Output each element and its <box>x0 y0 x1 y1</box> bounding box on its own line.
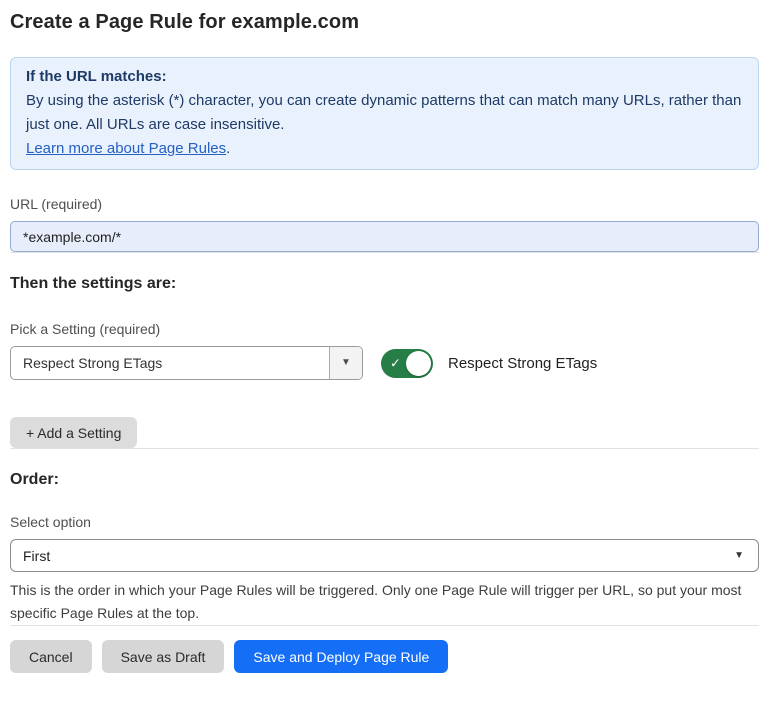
section-divider <box>10 448 759 449</box>
order-select[interactable]: First ▼ <box>10 539 759 572</box>
footer-actions: Cancel Save as Draft Save and Deploy Pag… <box>10 640 759 673</box>
setting-select-arrow-button[interactable]: ▼ <box>329 347 362 379</box>
learn-more-link[interactable]: Learn more about Page Rules <box>26 140 226 157</box>
pick-setting-label: Pick a Setting (required) <box>10 320 759 338</box>
respect-strong-etags-toggle[interactable]: ✓ <box>381 349 433 378</box>
settings-section-heading: Then the settings are: <box>10 274 759 294</box>
cancel-button[interactable]: Cancel <box>10 640 92 673</box>
create-page-rule-panel: Create a Page Rule for example.com If th… <box>0 0 769 718</box>
toggle-knob <box>406 351 431 376</box>
save-and-deploy-button[interactable]: Save and Deploy Page Rule <box>234 640 448 673</box>
chevron-down-icon: ▼ <box>341 358 351 368</box>
check-icon: ✓ <box>390 357 401 370</box>
add-setting-button[interactable]: + Add a Setting <box>10 417 137 448</box>
setting-select-value: Respect Strong ETags <box>11 347 329 379</box>
order-help-text: This is the order in which your Page Rul… <box>10 579 759 625</box>
setting-select[interactable]: Respect Strong ETags ▼ <box>10 346 363 380</box>
url-input[interactable] <box>10 221 759 252</box>
order-select-label: Select option <box>10 513 759 531</box>
link-suffix: . <box>226 140 230 157</box>
save-as-draft-button[interactable]: Save as Draft <box>102 640 225 673</box>
chevron-down-icon: ▼ <box>734 550 744 561</box>
url-field-label: URL (required) <box>10 195 759 213</box>
info-box-heading: If the URL matches: <box>26 65 743 89</box>
section-divider <box>10 252 759 253</box>
order-select-value: First <box>23 548 50 564</box>
info-box-body: By using the asterisk (*) character, you… <box>26 89 743 137</box>
toggle-label: Respect Strong ETags <box>448 355 597 372</box>
info-box-link-line: Learn more about Page Rules. <box>26 137 743 161</box>
section-divider <box>10 625 759 626</box>
url-match-info-box: If the URL matches: By using the asteris… <box>10 57 759 170</box>
page-title: Create a Page Rule for example.com <box>10 9 759 35</box>
setting-row: Respect Strong ETags ▼ ✓ Respect Strong … <box>10 346 759 380</box>
order-section-heading: Order: <box>10 470 759 490</box>
